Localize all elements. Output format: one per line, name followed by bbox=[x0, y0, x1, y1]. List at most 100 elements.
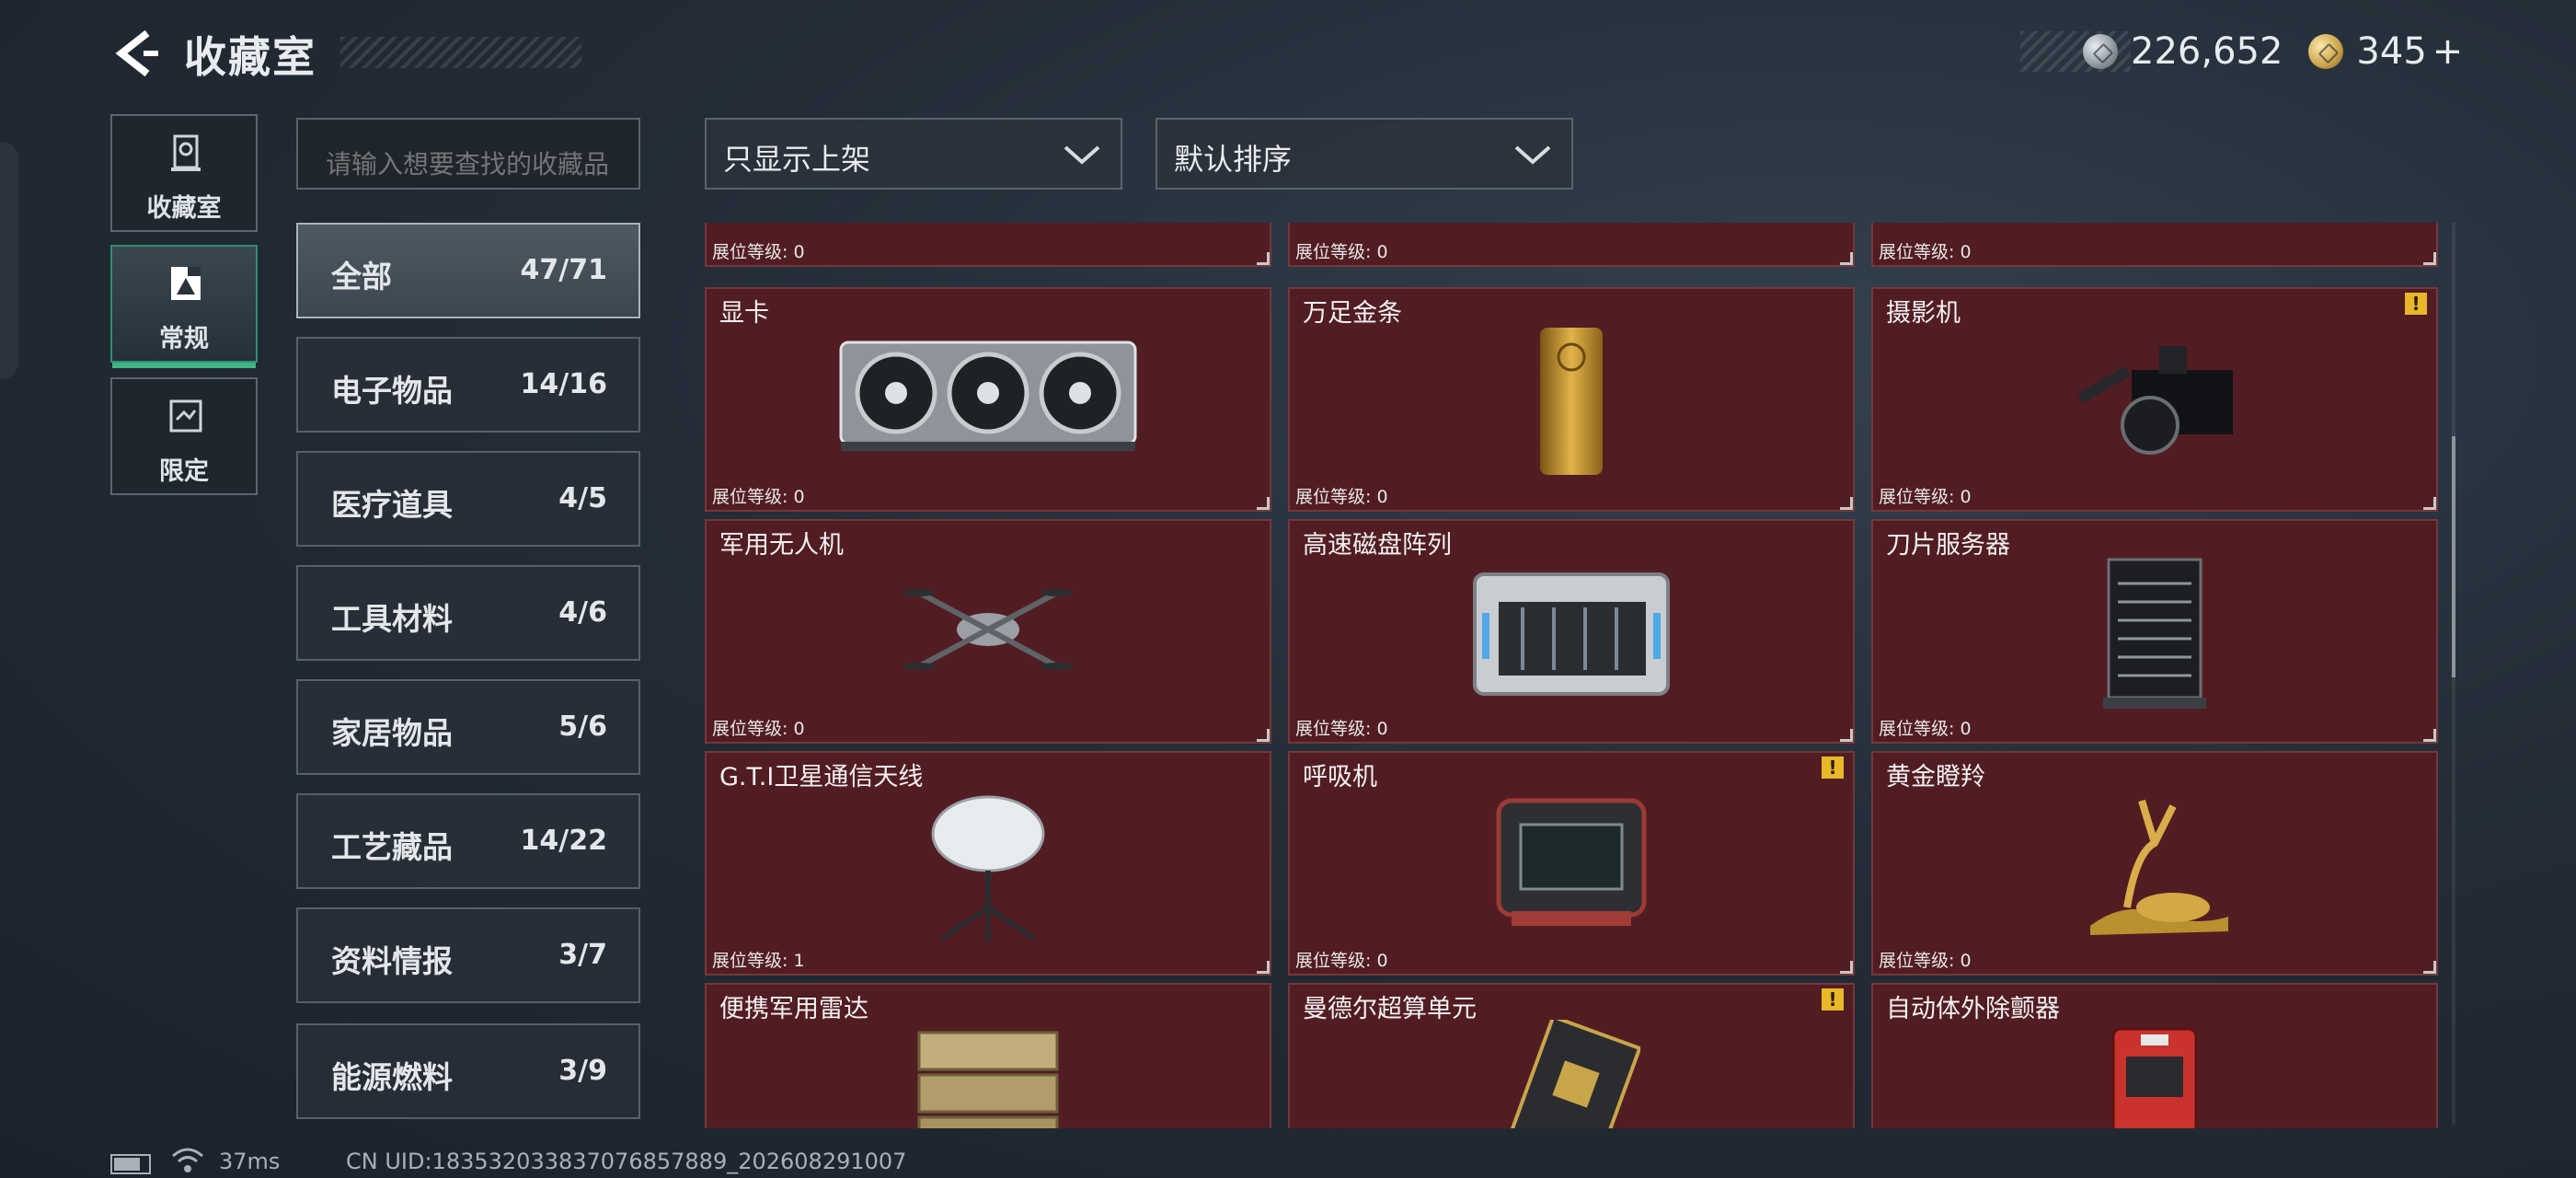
card-level: 展位等级: 0 bbox=[1879, 951, 1972, 971]
sort-value: 默认排序 bbox=[1174, 142, 1293, 177]
category-tools[interactable]: 工具材料 4/6 bbox=[296, 565, 640, 661]
collection-card[interactable]: 展位等级: 0 bbox=[1871, 223, 2438, 267]
regular-icon bbox=[171, 267, 201, 300]
category-all[interactable]: 全部 47/71 bbox=[296, 223, 640, 318]
collection-card[interactable]: G.T.I卫星通信天线 展位等级: 1 bbox=[705, 751, 1271, 976]
category-household[interactable]: 家居物品 5/6 bbox=[296, 679, 640, 775]
collection-card[interactable]: 刀片服务器 展位等级: 0 bbox=[1871, 519, 2438, 744]
category-name: 电子物品 bbox=[331, 373, 453, 409]
nav-regular[interactable]: 常规 bbox=[110, 245, 258, 368]
card-name: 高速磁盘阵列 bbox=[1303, 531, 1452, 560]
card-level: 展位等级: 0 bbox=[1295, 951, 1388, 971]
defibrillator-icon bbox=[2111, 1027, 2198, 1128]
card-name: 刀片服务器 bbox=[1886, 531, 2010, 560]
card-name: 便携军用雷达 bbox=[719, 995, 868, 1023]
collection-icon bbox=[171, 134, 201, 171]
nav-active-indicator bbox=[112, 363, 256, 368]
card-level: 展位等级: 0 bbox=[712, 242, 805, 262]
supercomputer-unit-icon bbox=[1510, 1020, 1640, 1128]
add-gold-button[interactable]: + bbox=[2432, 30, 2464, 73]
collection-card[interactable]: 显卡 展位等级: 0 bbox=[705, 287, 1271, 512]
collection-card[interactable]: 自动体外除颤器 bbox=[1871, 983, 2438, 1128]
category-count: 5/6 bbox=[558, 710, 607, 743]
graphics-card-icon bbox=[839, 341, 1137, 451]
sort-dropdown[interactable]: 默认排序 bbox=[1156, 118, 1573, 190]
chevron-down-icon bbox=[1064, 145, 1100, 165]
radar-icon bbox=[917, 1031, 1059, 1128]
scroll-thumb[interactable] bbox=[2452, 436, 2455, 677]
card-level: 展位等级: 0 bbox=[1295, 242, 1388, 262]
collection-card[interactable]: 军用无人机 展位等级: 0 bbox=[705, 519, 1271, 744]
card-name: 摄影机 bbox=[1886, 299, 1961, 328]
collection-card[interactable]: 高速磁盘阵列 展位等级: 0 bbox=[1288, 519, 1855, 744]
collection-card[interactable]: 黄金瞪羚 展位等级: 0 bbox=[1871, 751, 2438, 976]
card-level: 展位等级: 0 bbox=[1879, 487, 1972, 507]
disk-array-icon bbox=[1473, 572, 1670, 696]
back-arrow-icon[interactable] bbox=[109, 28, 160, 79]
gold-amount: 345 bbox=[2356, 30, 2427, 73]
collection-card[interactable]: 便携军用雷达 bbox=[705, 983, 1271, 1128]
category-count: 14/22 bbox=[520, 825, 607, 857]
ventilator-icon bbox=[1496, 798, 1647, 926]
alert-icon: ! bbox=[1822, 756, 1844, 779]
limited-icon bbox=[169, 399, 202, 433]
card-name: 自动体外除颤器 bbox=[1886, 995, 2060, 1023]
alert-icon: ! bbox=[2405, 293, 2427, 315]
category-name: 能源燃料 bbox=[331, 1059, 453, 1095]
card-name: 黄金瞪羚 bbox=[1886, 763, 1985, 791]
nav-collection[interactable]: 收藏室 bbox=[110, 114, 258, 232]
category-energy[interactable]: 能源燃料 3/9 bbox=[296, 1023, 640, 1119]
category-count: 4/6 bbox=[558, 596, 607, 629]
shelf-filter-dropdown[interactable]: 只显示上架 bbox=[705, 118, 1122, 190]
page-title: 收藏室 bbox=[184, 32, 316, 82]
grid-scrollbar[interactable] bbox=[2452, 223, 2455, 1125]
user-uid: CN UID:18353203383707685788​9_2026082910… bbox=[346, 1149, 907, 1174]
side-handle[interactable] bbox=[0, 142, 18, 379]
card-level: 展位等级: 0 bbox=[712, 487, 805, 507]
category-medical[interactable]: 医疗道具 4/5 bbox=[296, 451, 640, 547]
category-electronics[interactable]: 电子物品 14/16 bbox=[296, 337, 640, 433]
currency-bar: 226,652 345 + bbox=[2020, 30, 2478, 73]
category-name: 工艺藏品 bbox=[331, 829, 453, 865]
nav-collection-label: 收藏室 bbox=[146, 194, 222, 223]
card-name: 军用无人机 bbox=[719, 531, 844, 560]
satellite-antenna-icon bbox=[931, 795, 1045, 942]
category-name: 医疗道具 bbox=[331, 487, 453, 523]
collection-card[interactable]: 呼吸机 ! 展位等级: 0 bbox=[1288, 751, 1855, 976]
category-name: 全部 bbox=[331, 259, 392, 294]
collection-card[interactable]: 展位等级: 0 bbox=[705, 223, 1271, 267]
shelf-filter-value: 只显示上架 bbox=[723, 142, 871, 177]
card-level: 展位等级: 0 bbox=[712, 719, 805, 739]
card-level: 展位等级: 0 bbox=[1295, 487, 1388, 507]
search-input[interactable] bbox=[296, 118, 640, 190]
category-intel[interactable]: 资料情报 3/7 bbox=[296, 907, 640, 1003]
title-decoration bbox=[340, 37, 581, 68]
card-level: 展位等级: 0 bbox=[1879, 719, 1972, 739]
card-name: 曼德尔超算单元 bbox=[1303, 995, 1477, 1023]
category-crafts[interactable]: 工艺藏品 14/22 bbox=[296, 793, 640, 889]
battery-icon bbox=[110, 1154, 151, 1174]
category-count: 3/7 bbox=[558, 939, 607, 971]
ping-value: 37ms bbox=[219, 1149, 281, 1174]
collection-grid[interactable]: 展位等级: 0 展位等级: 0 展位等级: 0 显卡 展位等级: 0 万足金条 … bbox=[705, 223, 2440, 1128]
collection-card[interactable]: 摄影机 ! 展位等级: 0 bbox=[1871, 287, 2438, 512]
silver-coin-icon bbox=[2083, 34, 2118, 69]
category-name: 资料情报 bbox=[331, 943, 453, 979]
card-name: G.T.I卫星通信天线 bbox=[719, 763, 924, 791]
card-level: 展位等级: 1 bbox=[712, 951, 805, 971]
category-count: 3/9 bbox=[558, 1055, 607, 1087]
card-level: 展位等级: 0 bbox=[1879, 242, 1972, 262]
blade-server-icon bbox=[2103, 558, 2206, 709]
collection-card[interactable]: 展位等级: 0 bbox=[1288, 223, 1855, 267]
nav-limited[interactable]: 限定 bbox=[110, 377, 258, 495]
collection-card[interactable]: 万足金条 展位等级: 0 bbox=[1288, 287, 1855, 512]
drone-icon bbox=[903, 589, 1074, 670]
category-count: 14/16 bbox=[520, 368, 607, 400]
wifi-icon bbox=[172, 1148, 203, 1172]
category-name: 家居物品 bbox=[331, 715, 453, 751]
collection-card[interactable]: 曼德尔超算单元 ! bbox=[1288, 983, 1855, 1128]
card-level: 展位等级: 0 bbox=[1295, 719, 1388, 739]
category-count: 4/5 bbox=[558, 482, 607, 514]
nav-regular-label: 常规 bbox=[159, 325, 209, 353]
nav-limited-label: 限定 bbox=[159, 457, 209, 486]
